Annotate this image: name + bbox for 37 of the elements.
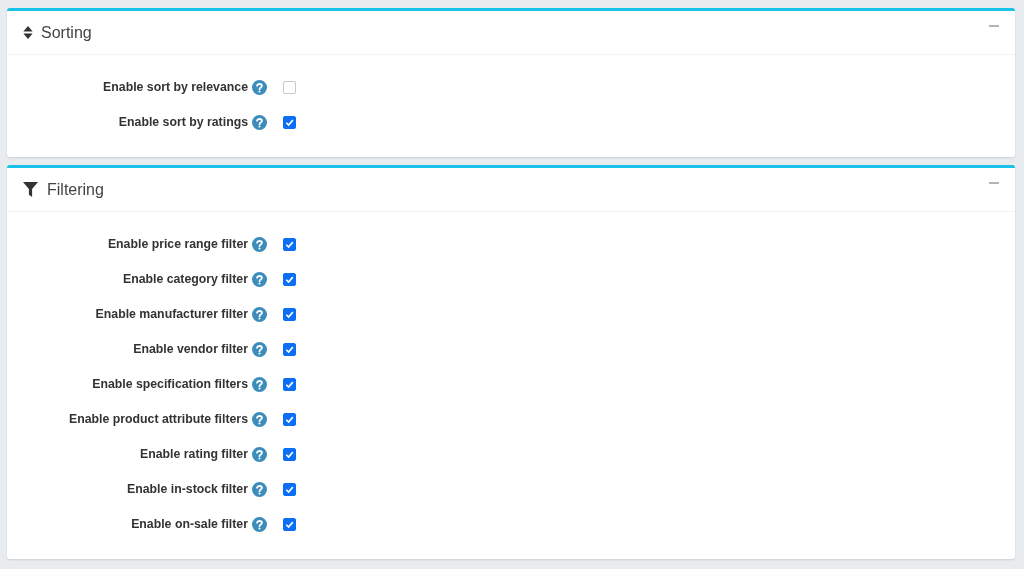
setting-label: Enable on-sale filter [130, 517, 248, 531]
checkbox[interactable] [283, 517, 296, 531]
sort-icon [23, 26, 33, 39]
filter-icon [23, 182, 38, 197]
panel-title: Filtering [47, 180, 105, 199]
help-icon [252, 376, 267, 392]
checkbox[interactable] [283, 377, 296, 391]
help-icon [252, 79, 267, 95]
help-icon [252, 114, 267, 130]
help-icon [252, 341, 267, 357]
setting-label: Enable category filter [121, 272, 248, 286]
checkbox[interactable] [283, 80, 296, 94]
setting-label: Enable sort by ratings [117, 115, 248, 129]
setting-label: Enable product attribute filters [68, 412, 248, 426]
checkbox[interactable] [283, 482, 296, 496]
panel-title: Sorting [41, 23, 93, 42]
checkbox[interactable] [283, 447, 296, 461]
setting-label: Enable manufacturer filter [94, 307, 248, 321]
checkbox[interactable] [283, 237, 296, 251]
setting-label: Enable rating filter [139, 447, 248, 461]
help-icon [252, 446, 267, 462]
setting-label: Enable price range filter [106, 237, 248, 251]
help-icon [252, 236, 267, 252]
checkbox[interactable] [283, 342, 296, 356]
help-icon [252, 481, 267, 497]
checkbox[interactable] [283, 115, 296, 129]
setting-label: Enable specification filters [91, 377, 248, 391]
checkbox[interactable] [283, 307, 296, 321]
help-icon [252, 306, 267, 322]
help-icon [252, 411, 267, 427]
checkbox[interactable] [283, 272, 296, 286]
help-icon [252, 516, 267, 532]
setting-label: Enable in-stock filter [126, 482, 248, 496]
setting-label: Enable sort by relevance [102, 80, 248, 94]
setting-label: Enable vendor filter [132, 342, 248, 356]
help-icon [252, 271, 267, 287]
checkbox[interactable] [283, 412, 296, 426]
